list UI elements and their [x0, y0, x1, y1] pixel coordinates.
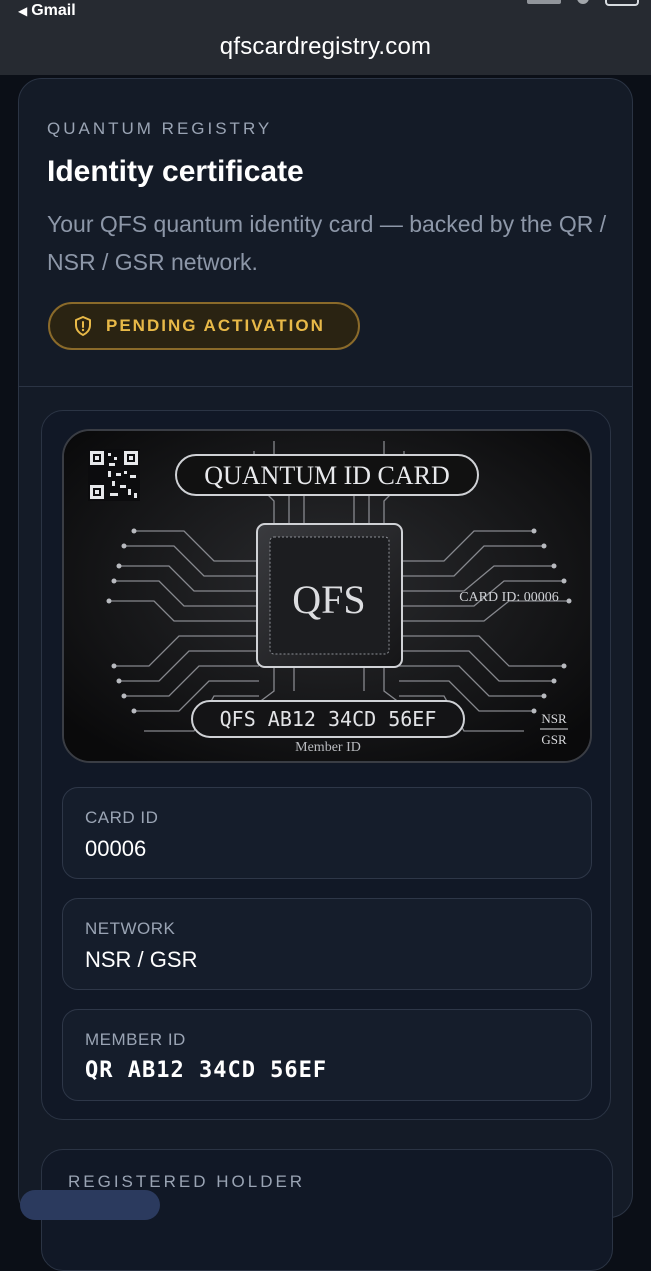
browser-status-bar: ◀ Gmail qfscardregistry.com	[0, 0, 651, 75]
status-badge: PENDING ACTIVATION	[48, 302, 360, 350]
member-id-field: MEMBER ID QR AB12 34CD 56EF	[62, 1009, 592, 1101]
floating-action-button[interactable]	[20, 1190, 160, 1220]
card-chip-text: QFS	[292, 577, 365, 622]
identity-certificate-panel: QUANTUM REGISTRY Identity certificate Yo…	[18, 78, 633, 1271]
system-icons	[527, 0, 639, 10]
network-value: NSR / GSR	[85, 947, 198, 972]
shield-alert-icon	[74, 316, 92, 336]
section-kicker: QUANTUM REGISTRY	[47, 119, 273, 138]
back-to-app-link[interactable]: ◀ Gmail	[18, 2, 76, 20]
card-member-label: Member ID	[295, 740, 361, 755]
card-network-top: NSR	[541, 711, 567, 726]
card-header-text: QUANTUM ID CARD	[204, 461, 450, 490]
wifi-icon	[577, 0, 589, 4]
quantum-id-card-image: QUANTUM ID CARD QFS CARD ID: 00006 QFS A…	[62, 429, 592, 763]
url-bar[interactable]: qfscardregistry.com	[0, 33, 651, 61]
member-id-label: MEMBER ID	[85, 1030, 186, 1049]
card-id-overlay: CARD ID: 00006	[459, 590, 559, 605]
back-chevron-icon: ◀	[18, 4, 28, 18]
card-id-value: 00006	[85, 836, 147, 861]
back-app-label: Gmail	[31, 2, 76, 19]
registered-holder-label: REGISTERED HOLDER	[68, 1172, 306, 1191]
card-network-bottom: GSR	[541, 732, 567, 747]
network-label: NETWORK	[85, 919, 176, 938]
member-id-value: QR AB12 34CD 56EF	[85, 1058, 328, 1083]
page-description: Your QFS quantum identity card — backed …	[47, 211, 607, 275]
signal-icon	[527, 0, 561, 4]
status-badge-label: PENDING ACTIVATION	[106, 316, 325, 335]
battery-icon	[605, 0, 639, 6]
divider	[19, 386, 632, 387]
page-title: Identity certificate	[47, 155, 304, 188]
card-id-label: CARD ID	[85, 808, 159, 827]
card-details-container: QUANTUM ID CARD QFS CARD ID: 00006 QFS A…	[41, 410, 611, 1120]
card-id-field: CARD ID 00006	[62, 787, 592, 879]
network-field: NETWORK NSR / GSR	[62, 898, 592, 990]
card-member-code: QFS AB12 34CD 56EF	[220, 707, 437, 731]
